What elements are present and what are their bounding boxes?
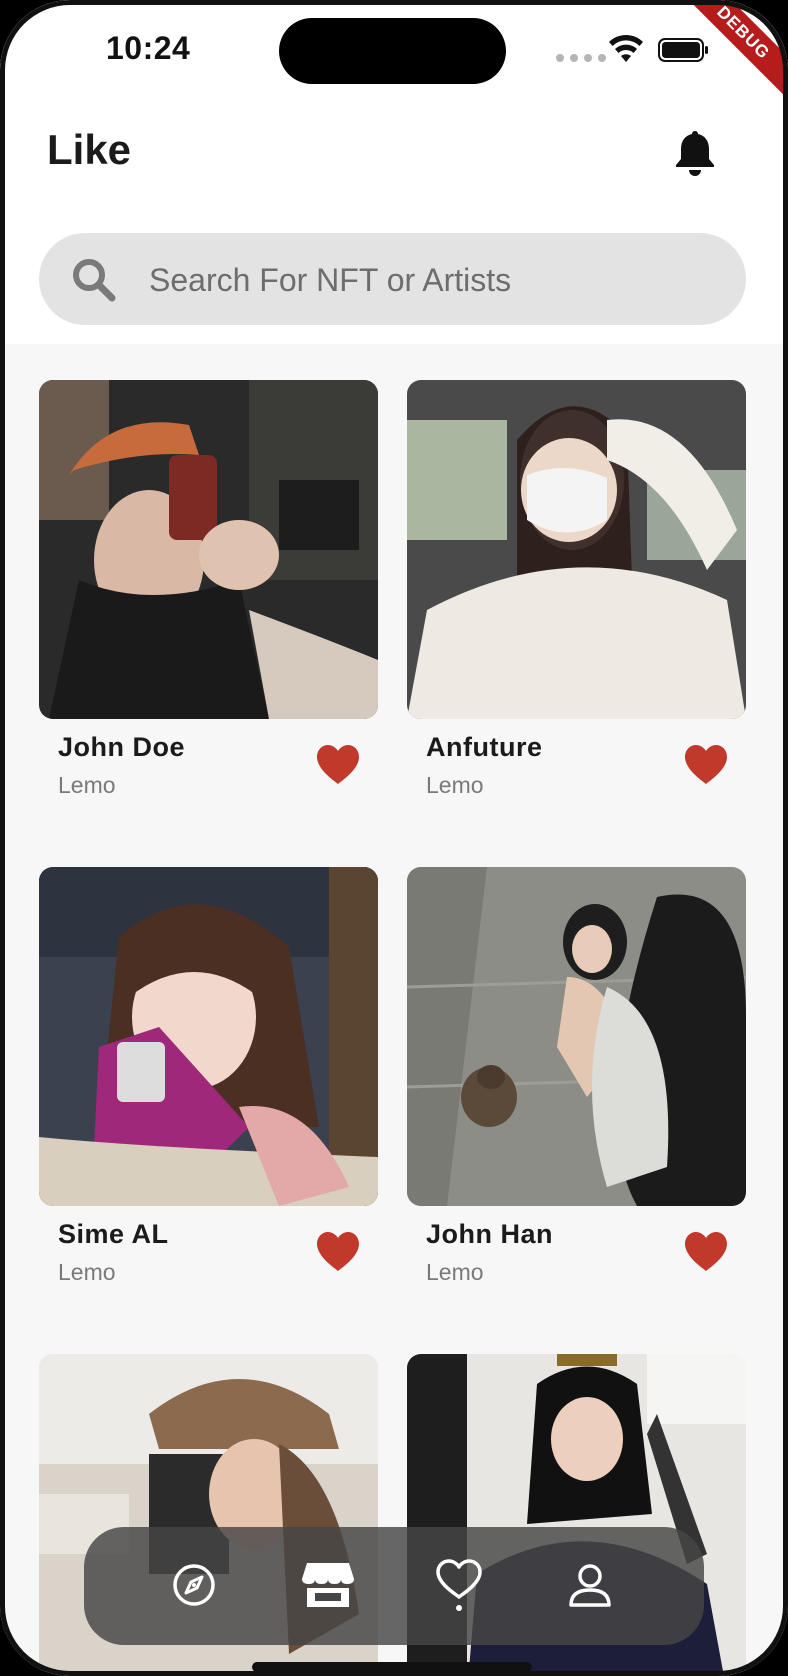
nft-image[interactable] (39, 380, 378, 719)
nav-market[interactable] (298, 1555, 358, 1615)
store-icon (302, 1563, 354, 1607)
bottom-nav (84, 1527, 704, 1645)
cellular-signal-icon (556, 54, 606, 62)
nft-artist: Lemo (426, 1259, 484, 1285)
nft-image[interactable] (407, 380, 746, 719)
nav-favorites[interactable] (429, 1555, 489, 1615)
heart-outline-icon (436, 1559, 482, 1611)
search-input[interactable] (147, 253, 711, 307)
nft-card[interactable]: Sime AL Lemo (39, 867, 378, 1285)
status-time: 10:24 (106, 30, 191, 66)
nft-name: John Doe (58, 732, 186, 762)
home-indicator[interactable] (252, 1662, 532, 1672)
heart-icon[interactable] (683, 1231, 729, 1273)
heart-icon[interactable] (315, 1231, 361, 1273)
nav-explore[interactable] (164, 1555, 224, 1615)
wifi-icon (609, 34, 643, 62)
nft-image[interactable] (39, 867, 378, 1206)
app-screen: 10:24 Like Search For NFT or Artists Joh… (0, 0, 788, 1676)
nft-card[interactable]: John Han Lemo (407, 867, 746, 1285)
nft-card[interactable]: Anfuture Lemo (407, 380, 746, 798)
nft-name: John Han (426, 1219, 554, 1249)
nft-image[interactable] (407, 867, 746, 1206)
dynamic-island (279, 18, 506, 84)
compass-icon (173, 1564, 215, 1606)
battery-icon (658, 38, 708, 62)
search-icon (73, 259, 116, 302)
search-bar[interactable] (39, 233, 746, 325)
heart-icon[interactable] (683, 744, 729, 786)
bell-icon[interactable] (672, 128, 718, 176)
nav-profile[interactable] (560, 1555, 620, 1615)
nft-artist: Lemo (426, 772, 484, 798)
nft-artist: Lemo (58, 772, 116, 798)
heart-icon[interactable] (315, 744, 361, 786)
nft-name: Sime AL (58, 1219, 169, 1249)
nft-card[interactable]: John Doe Lemo (39, 380, 378, 798)
nft-name: Anfuture (426, 732, 543, 762)
status-bar: 10:24 (0, 0, 788, 100)
page-title: Like (47, 126, 132, 173)
nft-artist: Lemo (58, 1259, 116, 1285)
profile-icon (569, 1564, 611, 1607)
top-bar: 10:24 Like (0, 0, 788, 344)
